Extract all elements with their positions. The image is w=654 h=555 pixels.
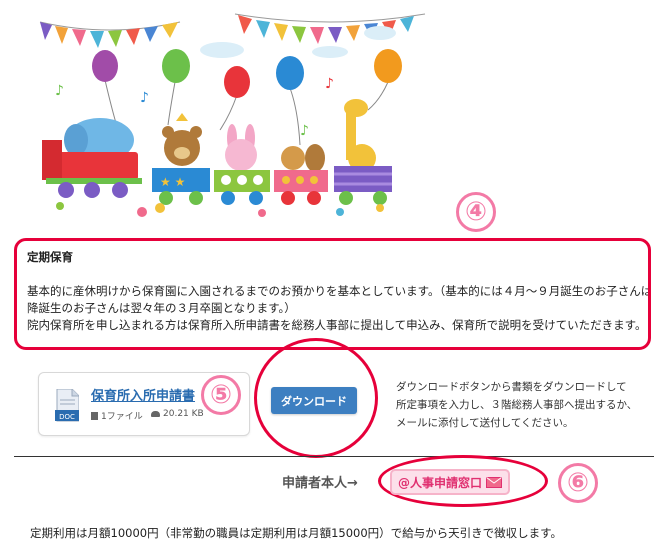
fee-notice: 定期利用は月額10000円（非常勤の職員は定期利用は月額15000円）で給与から… (30, 526, 563, 540)
hr-contact-label: @人事申請窓口 (397, 475, 482, 490)
svg-text:DOC: DOC (59, 413, 75, 421)
instruction-line: メールに添付して送付してください。 (396, 417, 574, 429)
svg-text:★ ★: ★ ★ (160, 175, 185, 189)
flowers (56, 202, 384, 217)
step-6-marker: ⑥ (558, 463, 598, 503)
svg-text:♪: ♪ (300, 123, 309, 139)
doc-file-icon: DOC (55, 389, 79, 422)
applicant-label: 申請者本人→ (282, 476, 358, 491)
info-text-line: 基本的に産休明けから保育園に入園されるまでのお預かりを基本としています。（基本的… (27, 284, 651, 298)
envelope-icon (486, 476, 502, 488)
divider (14, 456, 654, 457)
step-4-marker: ④ (456, 192, 496, 232)
svg-text:♪: ♪ (55, 83, 64, 99)
regular-childcare-info: 定期保育 基本的に産休明けから保育園に入園されるまでのお預かりを基本としています… (14, 238, 651, 350)
section-title: 定期保育 (27, 250, 73, 264)
instruction-line: ダウンロードボタンから書類をダウンロードして (396, 381, 627, 393)
info-text-line: 降誕生のお子さんは翌々年の３月卒園となります。） (27, 301, 296, 315)
file-count-label: 1ファイル (101, 412, 143, 422)
file-name-link[interactable]: 保育所入所申請書 (91, 385, 195, 404)
nursery-train-illustration: ♪ ♪ ♪ ♪ ★ ★ (39, 13, 426, 217)
svg-text:♪: ♪ (325, 76, 334, 92)
step-5-marker: ⑤ (201, 375, 241, 415)
file-size-label: 20.21 KB (163, 409, 204, 419)
svg-text:♪: ♪ (140, 90, 149, 106)
file-size: 20.21 KB (151, 409, 204, 419)
cloud-icon (151, 411, 160, 417)
train: ★ ★ (42, 99, 392, 205)
download-instructions: ダウンロードボタンから書類をダウンロードして 所定事項を入力し、３階総務人事部へ… (396, 378, 646, 432)
hr-contact-button[interactable]: @人事申請窓口 (390, 469, 510, 495)
file-count: 1ファイル (91, 409, 143, 422)
files-icon (91, 411, 98, 420)
download-button[interactable]: ダウンロード (271, 387, 357, 414)
instruction-line: 所定事項を入力し、３階総務人事部へ提出するか、 (396, 399, 638, 411)
info-text-line: 院内保育所を申し込まれる方は保育所入所申請書を総務人事部に提出して申込み、保育所… (27, 318, 647, 332)
